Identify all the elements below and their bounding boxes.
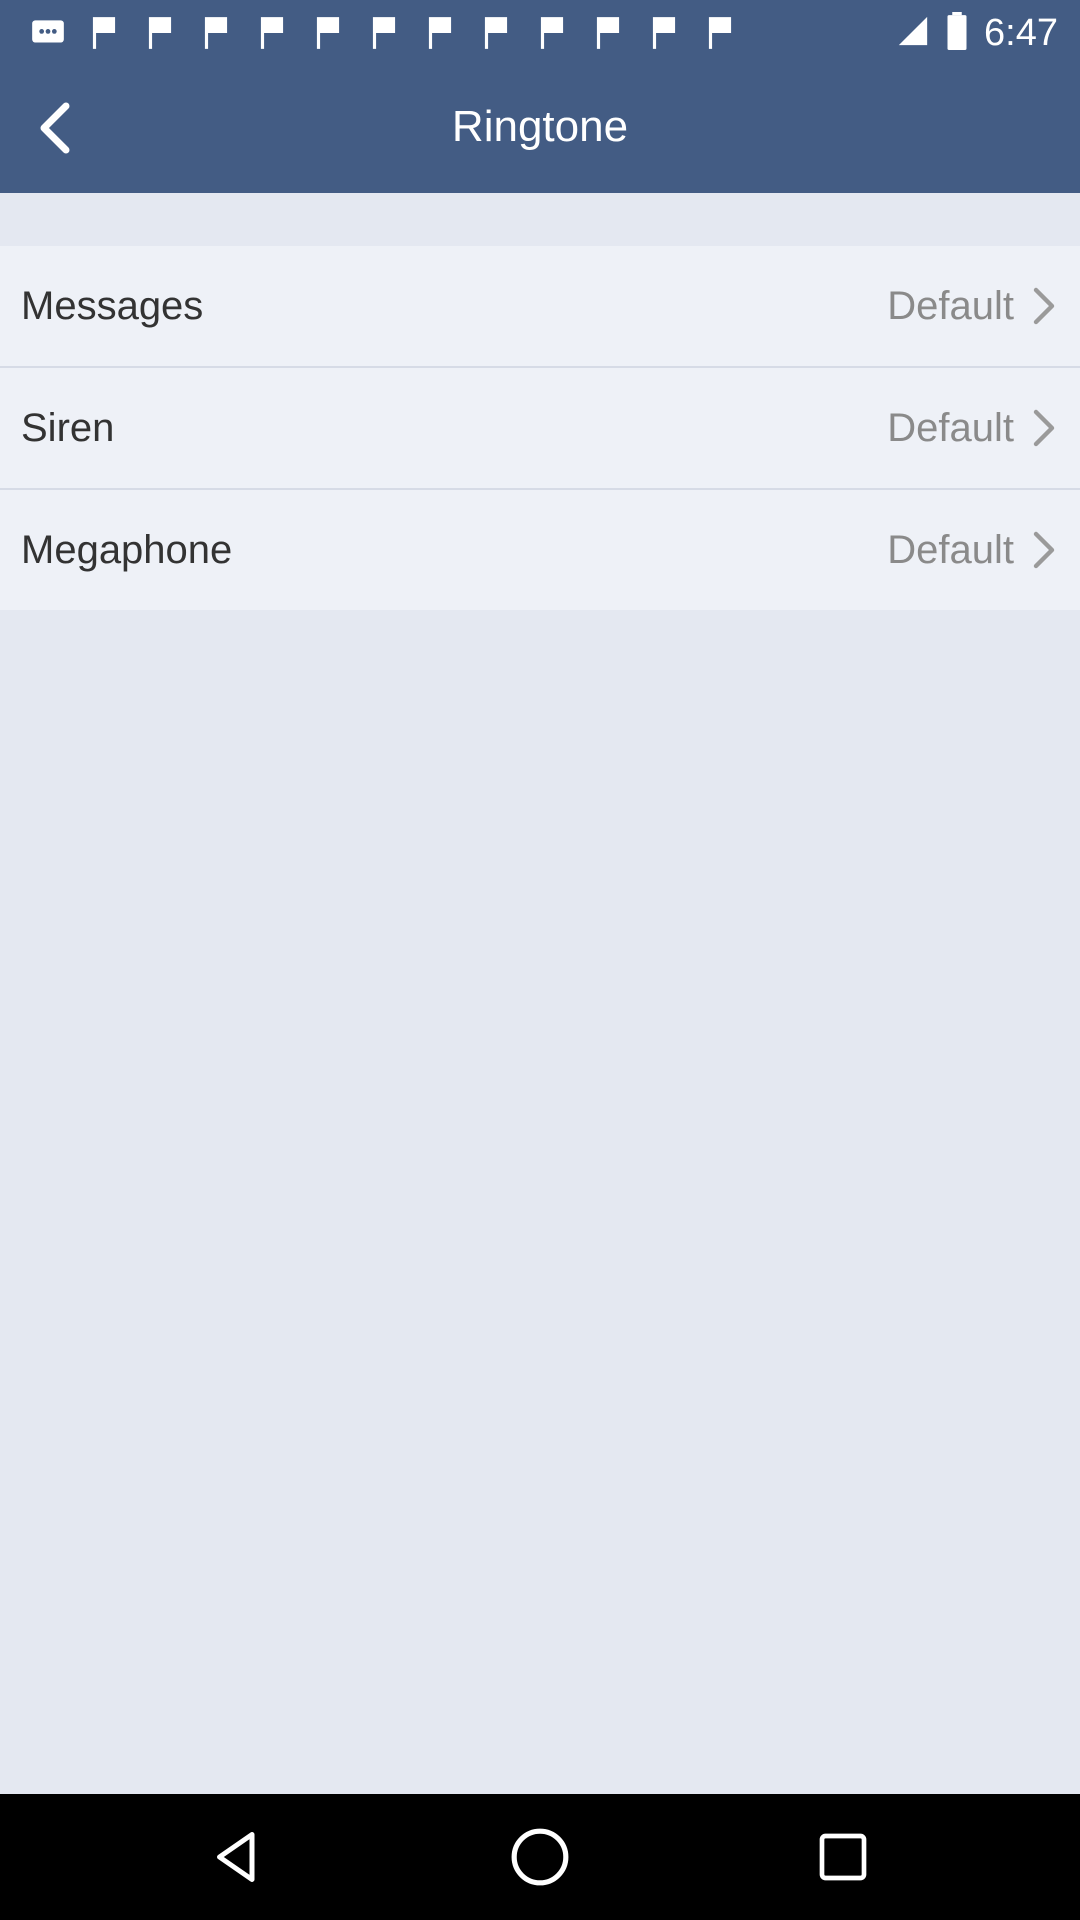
chevron-right-icon bbox=[1033, 287, 1055, 325]
nav-recents-button[interactable] bbox=[808, 1822, 878, 1892]
setting-row-siren[interactable]: Siren Default bbox=[0, 368, 1080, 490]
ringtone-settings-list: Messages Default Siren Default Megaphone… bbox=[0, 246, 1080, 610]
flag-icon bbox=[362, 14, 406, 52]
setting-row-megaphone[interactable]: Megaphone Default bbox=[0, 490, 1080, 610]
flag-icon bbox=[138, 14, 182, 52]
home-circle-icon bbox=[511, 1828, 569, 1886]
signal-icon bbox=[896, 14, 930, 53]
nav-home-button[interactable] bbox=[505, 1822, 575, 1892]
flag-icon bbox=[306, 14, 350, 52]
setting-value-wrap: Default bbox=[887, 284, 1080, 329]
app-bar: Ringtone bbox=[0, 66, 1080, 193]
setting-value-wrap: Default bbox=[887, 406, 1080, 451]
setting-label: Messages bbox=[21, 283, 204, 328]
setting-value: Default bbox=[887, 527, 1014, 572]
flag-icon bbox=[586, 14, 630, 52]
recents-square-icon bbox=[819, 1833, 867, 1881]
battery-icon bbox=[946, 11, 968, 55]
setting-label: Megaphone bbox=[21, 527, 233, 572]
chevron-right-icon bbox=[1033, 531, 1055, 569]
setting-value: Default bbox=[887, 405, 1014, 450]
flag-icon bbox=[474, 14, 518, 52]
flag-icon bbox=[250, 14, 294, 52]
flag-icon bbox=[530, 14, 574, 52]
setting-value: Default bbox=[887, 283, 1014, 328]
chevron-right-icon bbox=[1033, 409, 1055, 447]
setting-row-messages[interactable]: Messages Default bbox=[0, 246, 1080, 368]
system-nav-bar bbox=[0, 1794, 1080, 1920]
setting-value-wrap: Default bbox=[887, 528, 1080, 573]
setting-label: Siren bbox=[21, 405, 115, 450]
status-right: 6:47 bbox=[896, 8, 1058, 58]
flag-icon bbox=[194, 14, 238, 52]
page-title: Ringtone bbox=[451, 102, 629, 151]
flag-icon bbox=[82, 14, 126, 52]
status-bar: 6:47 bbox=[0, 0, 1080, 66]
flag-icon bbox=[418, 14, 462, 52]
flag-icon bbox=[698, 14, 742, 52]
notification-icons bbox=[26, 14, 742, 52]
top-header: 6:47 Ringtone bbox=[0, 0, 1080, 193]
flag-icon bbox=[642, 14, 686, 52]
nav-back-button[interactable] bbox=[202, 1822, 272, 1892]
chat-icon bbox=[26, 14, 70, 52]
status-time: 6:47 bbox=[984, 11, 1058, 54]
back-triangle-icon bbox=[217, 1832, 255, 1882]
